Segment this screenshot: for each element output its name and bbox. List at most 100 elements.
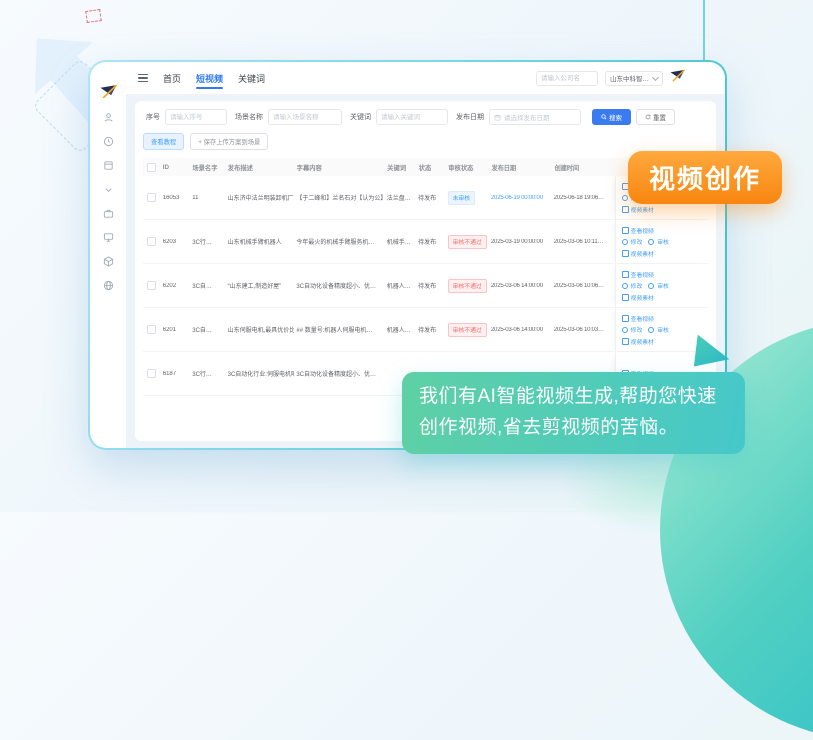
- company-select[interactable]: 山东中科智…: [605, 71, 663, 86]
- cell-status: 待发布: [416, 325, 446, 334]
- box-icon[interactable]: [103, 160, 114, 171]
- cell-subtitle: 3C自动化设备精度超小、优…: [294, 369, 384, 378]
- cell-publish-date: 2025-03-06 14:00:00: [489, 327, 552, 333]
- cell-id: 16053: [161, 195, 191, 201]
- decor-vertical-line: [703, 0, 705, 62]
- review-icon: [648, 283, 654, 289]
- table-toolbar: 查看教程 + 保存上传方案到场景: [143, 133, 708, 150]
- scene-name-input[interactable]: [268, 109, 342, 125]
- row-checkbox[interactable]: [147, 193, 156, 202]
- header-created: 创建时间: [553, 163, 616, 172]
- reset-button[interactable]: 重置: [636, 109, 675, 125]
- tab-keywords[interactable]: 关键词: [238, 68, 265, 89]
- row-actions: 查看视频 修改 审核 视频素材: [615, 264, 708, 307]
- review-status-badge: 审核不通过: [448, 279, 487, 293]
- cell-desc: “山东建工,制造好屋”: [226, 281, 295, 290]
- cell-status: 待发布: [416, 281, 446, 290]
- table-row: 6203 3C行… 山东机械手臂机器人 今年最火的机械手臂服务机… 机械手… 待…: [143, 220, 708, 264]
- material-link[interactable]: 视频素材: [631, 249, 654, 258]
- brand-logo: [100, 84, 117, 99]
- table-row: 6201 3C自… 山东伺服电机,最具优价比性 ## 数量号:机器人伺服电机… …: [143, 308, 708, 352]
- edit-link[interactable]: 修改: [631, 325, 643, 334]
- row-actions: 查看视频 修改 审核 视频素材: [615, 308, 708, 351]
- filter-label-publish-date: 发布日期: [456, 112, 484, 122]
- header-desc: 发布描述: [226, 163, 295, 172]
- search-button[interactable]: 搜索: [592, 109, 631, 125]
- cell-publish-date[interactable]: 2025-06-19 00:00:00: [489, 195, 552, 201]
- header-keyword: 关键词: [385, 163, 417, 172]
- decor-red-dashed-marker: [85, 9, 102, 23]
- cell-publish-date: 2025-03-19 00:00:00: [489, 239, 552, 245]
- filter-label-scene: 场景名称: [235, 112, 263, 122]
- cube-icon[interactable]: [103, 256, 114, 267]
- select-all-checkbox[interactable]: [147, 163, 156, 172]
- feature-badge: 视频创作: [628, 151, 782, 204]
- cell-created-time: 2025-06-18 19:06…: [552, 195, 615, 201]
- edit-icon: [622, 327, 628, 333]
- table-row: 6202 3C自… “山东建工,制造好屋” 3C自动化设备精度超小、优… 机器人…: [143, 264, 708, 308]
- top-navbar: 首页 短视频 关键词 山东中科智…: [126, 62, 725, 94]
- cell-scene: 11: [190, 195, 225, 201]
- sidebar: [90, 62, 126, 448]
- tab-short-video[interactable]: 短视频: [196, 68, 223, 89]
- save-plan-button[interactable]: + 保存上传方案到场景: [190, 133, 268, 150]
- cell-status: 待发布: [416, 193, 446, 202]
- material-icon: [622, 294, 629, 301]
- cell-subtitle: 今年最火的机械手臂服务机…: [294, 237, 384, 246]
- material-link[interactable]: 视频素材: [631, 293, 654, 302]
- serial-input[interactable]: [165, 109, 227, 125]
- cell-id: 6187: [161, 371, 191, 377]
- keyword-input[interactable]: [376, 109, 448, 125]
- material-link[interactable]: 视频素材: [631, 205, 654, 214]
- cell-scene: 3C自…: [190, 281, 225, 290]
- edit-icon: [622, 239, 628, 245]
- clock-icon[interactable]: [103, 136, 114, 147]
- view-tutorial-button[interactable]: 查看教程: [143, 133, 184, 150]
- filter-label-serial: 序号: [146, 112, 160, 122]
- view-video-link[interactable]: 查看视频: [631, 314, 654, 323]
- header-review: 审核状态: [446, 163, 489, 172]
- table-row: 16053 11 山东济中法兰明装卸机厂家… 【于二峰和】兰名石对【认为公】即……: [143, 176, 708, 220]
- edit-link[interactable]: 修改: [631, 281, 643, 290]
- refresh-icon: [645, 114, 651, 120]
- filter-bar: 序号 场景名称 关键词 发布日期 请选择发布日期 搜索: [143, 109, 708, 125]
- user-icon[interactable]: [103, 112, 114, 123]
- menu-toggle-icon[interactable]: [138, 74, 148, 83]
- review-link[interactable]: 审核: [657, 237, 669, 246]
- cell-status: 待发布: [416, 237, 446, 246]
- cell-keyword: 机器人…: [385, 281, 416, 290]
- review-link[interactable]: 审核: [657, 281, 669, 290]
- company-select-value: 山东中科智…: [610, 73, 649, 83]
- cell-created-time: 2025-03-06 10:03…: [552, 327, 615, 333]
- material-icon: [622, 206, 629, 213]
- review-link[interactable]: 审核: [657, 325, 669, 334]
- chevron-down-icon[interactable]: [103, 184, 114, 195]
- review-status-badge: 未审核: [448, 191, 475, 205]
- row-checkbox[interactable]: [147, 325, 156, 334]
- company-search-input[interactable]: [536, 71, 598, 86]
- brand-logo-small: [670, 69, 685, 87]
- material-icon: [622, 250, 629, 257]
- calendar-icon: [494, 114, 501, 121]
- material-link[interactable]: 视频素材: [631, 337, 654, 346]
- monitor-icon[interactable]: [103, 232, 114, 243]
- cell-publish-date: 2025-03-06 14:00:00: [489, 283, 552, 289]
- row-checkbox[interactable]: [147, 237, 156, 246]
- briefcase-icon[interactable]: [103, 208, 114, 219]
- view-video-link[interactable]: 查看视频: [631, 270, 654, 279]
- row-actions: 查看视频 修改 审核 视频素材: [615, 220, 708, 263]
- edit-icon: [622, 195, 628, 201]
- globe-icon[interactable]: [103, 280, 114, 291]
- edit-link[interactable]: 修改: [631, 237, 643, 246]
- search-icon: [601, 114, 607, 120]
- view-video-link[interactable]: 查看视频: [631, 226, 654, 235]
- row-checkbox[interactable]: [147, 369, 156, 378]
- review-status-badge: 审核不通过: [448, 323, 487, 337]
- review-icon: [648, 239, 654, 245]
- row-checkbox[interactable]: [147, 281, 156, 290]
- tab-home[interactable]: 首页: [163, 68, 181, 89]
- cell-subtitle: 【于二峰和】兰名石对【认为公】即…: [294, 193, 384, 202]
- review-icon: [648, 327, 654, 333]
- publish-date-picker[interactable]: 请选择发布日期: [489, 109, 581, 125]
- cell-scene: 3C行…: [190, 369, 225, 378]
